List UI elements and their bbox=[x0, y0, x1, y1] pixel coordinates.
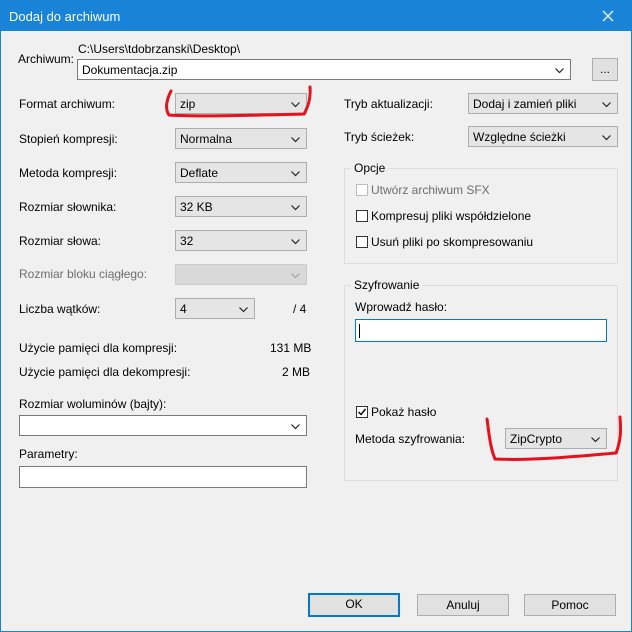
chevron-down-icon bbox=[602, 102, 611, 108]
archive-filename-combo[interactable]: Dokumentacja.zip bbox=[77, 59, 571, 80]
level-value: Normalna bbox=[180, 132, 233, 146]
level-label: Stopień kompresji: bbox=[19, 132, 118, 146]
word-combo[interactable]: 32 bbox=[175, 230, 307, 251]
chevron-down-icon bbox=[591, 437, 600, 443]
dict-combo[interactable]: 32 KB bbox=[175, 196, 307, 217]
word-label: Rozmiar słowa: bbox=[19, 234, 102, 248]
options-title: Opcje bbox=[351, 161, 389, 175]
shared-checkbox[interactable] bbox=[356, 210, 368, 222]
block-combo bbox=[175, 264, 307, 285]
delete-label: Usuń pliki po skompresowaniu bbox=[371, 235, 534, 249]
params-label: Parametry: bbox=[19, 447, 78, 461]
dict-value: 32 KB bbox=[180, 200, 213, 214]
threads-value: 4 bbox=[180, 302, 187, 316]
paths-value: Względne ścieżki bbox=[473, 130, 566, 144]
volume-combo[interactable] bbox=[19, 415, 307, 436]
window-title: Dodaj do archiwum bbox=[9, 9, 121, 24]
text-caret bbox=[359, 324, 360, 338]
show-password-label: Pokaż hasło bbox=[371, 405, 437, 419]
help-button[interactable]: Pomoc bbox=[524, 594, 616, 616]
method-value: Deflate bbox=[180, 166, 219, 180]
close-icon bbox=[602, 10, 614, 22]
mem-decomp-label: Użycie pamięci dla dekompresji: bbox=[19, 365, 191, 379]
update-value: Dodaj i zamień pliki bbox=[473, 97, 577, 111]
paths-combo[interactable]: Względne ścieżki bbox=[468, 126, 618, 147]
chevron-down-icon bbox=[291, 424, 300, 430]
chevron-down-icon bbox=[239, 307, 248, 313]
block-label: Rozmiar bloku ciągłego: bbox=[19, 267, 148, 281]
enc-method-label: Metoda szyfrowania: bbox=[355, 432, 466, 446]
encryption-group: Szyfrowanie bbox=[344, 278, 618, 481]
password-input[interactable] bbox=[355, 319, 607, 342]
chevron-down-icon bbox=[291, 102, 300, 108]
archive-path: C:\Users\tdobrzanski\Desktop\ bbox=[78, 42, 241, 56]
delete-checkbox[interactable] bbox=[356, 236, 368, 248]
mem-comp-value: 131 MB bbox=[270, 341, 312, 355]
title-bar: Dodaj do archiwum bbox=[1, 1, 631, 31]
threads-label: Liczba wątków: bbox=[19, 302, 101, 316]
password-label: Wprowadź hasło: bbox=[355, 300, 448, 314]
method-label: Metoda kompresji: bbox=[19, 166, 118, 180]
close-button[interactable] bbox=[585, 1, 631, 31]
threads-max: / 4 bbox=[293, 302, 307, 316]
encryption-title: Szyfrowanie bbox=[351, 278, 423, 292]
format-combo[interactable]: zip bbox=[175, 93, 307, 114]
chevron-down-icon bbox=[555, 68, 564, 74]
dict-label: Rozmiar słownika: bbox=[19, 200, 117, 214]
enc-method-value: ZipCrypto bbox=[510, 432, 563, 446]
paths-label: Tryb ścieżek: bbox=[344, 130, 415, 144]
params-input[interactable] bbox=[19, 466, 307, 488]
chevron-down-icon bbox=[291, 137, 300, 143]
chevron-down-icon bbox=[602, 135, 611, 141]
checkmark-icon bbox=[358, 408, 367, 416]
level-combo[interactable]: Normalna bbox=[175, 128, 307, 149]
threads-combo[interactable]: 4 bbox=[175, 298, 255, 319]
ok-button[interactable]: OK bbox=[308, 593, 400, 617]
shared-label: Kompresuj pliki współdzielone bbox=[371, 209, 532, 223]
archive-filename: Dokumentacja.zip bbox=[82, 63, 178, 77]
format-label: Format archiwum: bbox=[19, 97, 116, 111]
chevron-down-icon bbox=[291, 171, 300, 177]
method-combo[interactable]: Deflate bbox=[175, 162, 307, 183]
enc-method-combo[interactable]: ZipCrypto bbox=[505, 428, 607, 449]
format-value: zip bbox=[180, 97, 196, 111]
dialog-window: Dodaj do archiwum Archiwum: C:\Users\tdo… bbox=[0, 0, 632, 632]
show-password-checkbox[interactable] bbox=[356, 406, 368, 418]
chevron-down-icon bbox=[291, 273, 300, 279]
sfx-checkbox bbox=[356, 184, 368, 196]
browse-button[interactable]: ... bbox=[592, 58, 618, 81]
word-value: 32 bbox=[180, 234, 194, 248]
cancel-button[interactable]: Anuluj bbox=[417, 594, 509, 616]
sfx-label: Utwórz archiwum SFX bbox=[371, 183, 490, 197]
archive-label: Archiwum: bbox=[18, 52, 75, 66]
chevron-down-icon bbox=[291, 205, 300, 211]
mem-comp-label: Użycie pamięci dla kompresji: bbox=[19, 341, 178, 355]
mem-decomp-value: 2 MB bbox=[282, 365, 311, 379]
chevron-down-icon bbox=[291, 239, 300, 245]
volume-label: Rozmiar woluminów (bajty): bbox=[19, 397, 167, 411]
update-label: Tryb aktualizacji: bbox=[344, 97, 433, 111]
update-combo[interactable]: Dodaj i zamień pliki bbox=[468, 93, 618, 114]
